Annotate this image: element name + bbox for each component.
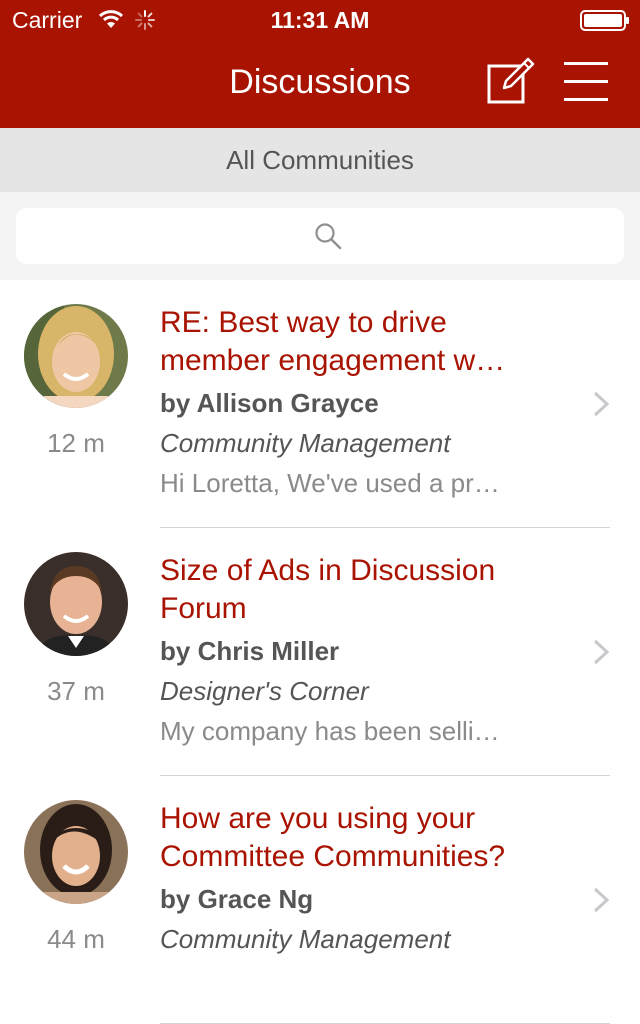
page-title: Discussions — [229, 63, 411, 101]
search-box[interactable] — [16, 208, 624, 264]
chevron-right-icon — [593, 887, 610, 913]
discussion-row[interactable]: 12 m RE: Best way to drive member engage… — [0, 280, 640, 528]
search-input[interactable] — [16, 208, 624, 264]
status-bar: Carrier 11:31 AM — [0, 0, 640, 40]
discussion-subject: Size of Ads in Discussion Forum — [160, 554, 496, 625]
clock: 11:31 AM — [270, 7, 370, 33]
chevron-right-icon — [593, 391, 610, 417]
discussion-author: by Chris Miller — [160, 636, 340, 666]
discussion-preview: My company has been selli… — [160, 716, 500, 746]
discussion-community: Community Management — [160, 924, 451, 954]
hamburger-menu-icon[interactable] — [564, 60, 608, 104]
discussion-list: 12 m RE: Best way to drive member engage… — [0, 280, 640, 1024]
discussion-age: 37 m — [47, 676, 105, 706]
discussion-author: by Allison Grayce — [160, 388, 379, 418]
battery-icon — [580, 10, 629, 31]
chevron-right-icon — [593, 639, 610, 665]
discussion-row[interactable]: 44 m How are you using your Committee Co… — [0, 776, 640, 1024]
avatar — [24, 800, 128, 904]
discussion-subject: How are you using your Committee Communi… — [160, 802, 506, 873]
discussion-community: Designer's Corner — [160, 676, 369, 706]
community-filter[interactable]: All Communities — [0, 128, 640, 192]
avatar — [24, 552, 128, 656]
discussion-community: Community Management — [160, 428, 451, 458]
community-filter-label: All Communities — [226, 145, 414, 175]
nav-bar: Discussions — [0, 40, 640, 128]
discussion-row[interactable]: 37 m Size of Ads in Discussion Forum by … — [0, 528, 640, 776]
discussion-subject: RE: Best way to drive member engagement … — [160, 306, 506, 377]
discussion-author: by Grace Ng — [160, 884, 314, 914]
search-bar — [0, 192, 640, 280]
discussion-preview: Hi Loretta, We've used a pr… — [160, 468, 500, 498]
avatar — [24, 304, 128, 408]
discussion-age: 44 m — [47, 924, 105, 954]
discussion-age: 12 m — [47, 428, 105, 458]
compose-icon[interactable] — [486, 56, 536, 106]
